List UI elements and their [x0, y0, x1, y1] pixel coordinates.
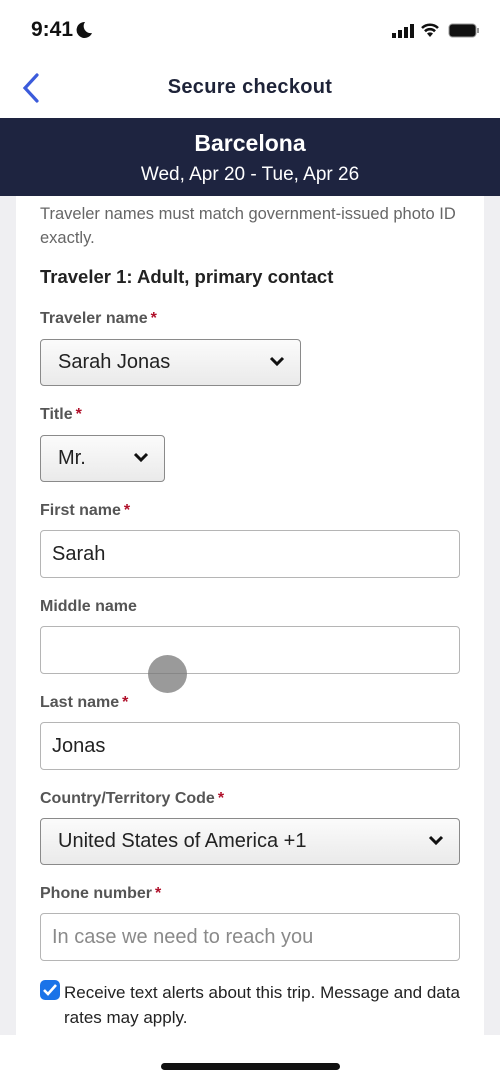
trip-city: Barcelona [194, 130, 306, 156]
phone-label: Phone number * [40, 885, 162, 902]
traveler-name-label: Traveler name * [40, 310, 157, 327]
middle-name-input[interactable] [40, 626, 460, 674]
middle-name-label: Middle name [40, 598, 137, 615]
battery-icon [448, 23, 479, 38]
title-label: Title * [40, 406, 82, 423]
traveler-heading: Traveler 1: Adult, primary contact [40, 266, 334, 287]
last-name-input[interactable]: Jonas [40, 722, 460, 770]
touch-indicator [148, 655, 187, 693]
chevron-down-icon [269, 356, 285, 367]
chevron-down-icon [428, 835, 444, 846]
trip-dates: Wed, Apr 20 - Tue, Apr 26 [140, 164, 360, 185]
page-title: Secure checkout [167, 76, 333, 98]
nav-bar: Secure checkout [0, 60, 500, 118]
chevron-down-icon [133, 452, 149, 463]
first-name-input[interactable]: Sarah [40, 530, 460, 578]
traveler-name-select[interactable]: Sarah Jonas [40, 339, 301, 386]
status-bar: 9:41 [0, 0, 500, 60]
country-code-select[interactable]: United States of America +1 [40, 818, 460, 865]
country-code-value: United States of America +1 [58, 830, 307, 852]
name-note: Traveler names must match government-iss… [40, 205, 456, 247]
home-indicator [161, 1063, 340, 1070]
title-value: Mr. [58, 447, 86, 469]
signal-icon [392, 24, 414, 38]
moon-icon [76, 21, 92, 38]
trip-banner: Barcelona Wed, Apr 20 - Tue, Apr 26 [0, 118, 500, 196]
phone-placeholder: In case we need to reach you [52, 925, 314, 948]
wifi-icon [421, 23, 439, 37]
bottom-bar [0, 1035, 500, 1080]
phone-input[interactable]: In case we need to reach you [40, 913, 460, 961]
traveler-name-value: Sarah Jonas [58, 351, 171, 373]
status-time: 9:41 [31, 18, 74, 41]
title-select[interactable]: Mr. [40, 435, 165, 482]
first-name-label: First name * [40, 502, 131, 519]
text-alerts-label: Receive text alerts about this trip. Mes… [64, 983, 460, 1027]
country-code-label: Country/Territory Code * [40, 790, 225, 807]
last-name-label: Last name * [40, 694, 129, 711]
text-alerts-checkbox[interactable] [40, 980, 60, 1000]
